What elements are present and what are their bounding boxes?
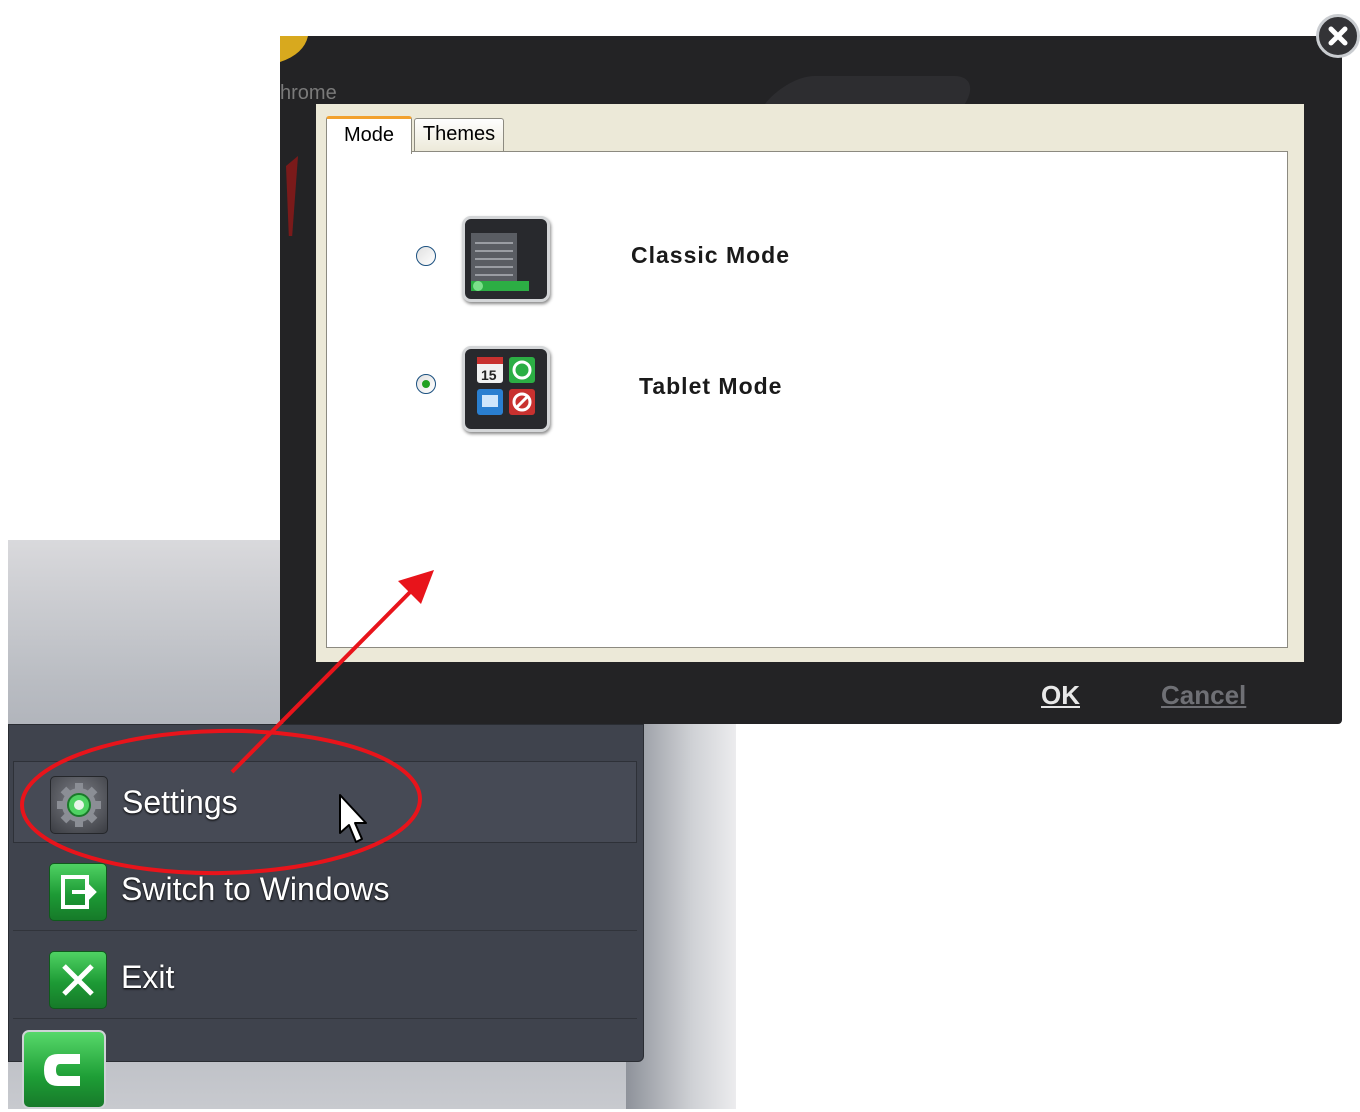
switch-windows-icon — [49, 863, 107, 921]
close-icon — [1328, 26, 1348, 46]
menu-item-label: Settings — [122, 784, 238, 820]
cancel-button[interactable]: Cancel — [1161, 680, 1246, 711]
menu-item-label: Exit — [121, 959, 175, 995]
tablet-mode-radio[interactable] — [416, 374, 436, 394]
calendar-date-text: 15 — [481, 367, 497, 383]
menu-item-label: Switch to Windows — [121, 871, 390, 907]
exit-icon — [49, 951, 107, 1009]
close-dialog-button[interactable] — [1316, 14, 1360, 58]
background-app-label: hrome — [280, 82, 337, 104]
tab-themes[interactable]: Themes — [414, 118, 504, 152]
gear-icon — [50, 776, 108, 834]
tablet-mode-label[interactable]: Tablet Mode — [639, 373, 782, 400]
tablet-mode-icon[interactable]: 15 — [462, 346, 550, 432]
menu-item-exit[interactable]: Exit — [13, 937, 637, 1019]
start-menu-panel: Settings Switch to Windows Exit — [8, 724, 644, 1062]
ok-button[interactable]: OK — [1041, 680, 1080, 711]
tab-mode[interactable]: Mode — [326, 116, 412, 154]
menu-item-settings[interactable]: Settings — [13, 761, 637, 843]
background-app-icon-fragment — [280, 36, 308, 236]
comodo-logo-icon[interactable] — [22, 1030, 106, 1109]
classic-mode-label[interactable]: Classic Mode — [631, 242, 790, 269]
radio-selected-dot — [422, 380, 430, 388]
classic-mode-radio[interactable] — [416, 246, 436, 266]
menu-item-switch-to-windows[interactable]: Switch to Windows — [13, 849, 637, 931]
classic-mode-icon[interactable] — [462, 216, 550, 302]
